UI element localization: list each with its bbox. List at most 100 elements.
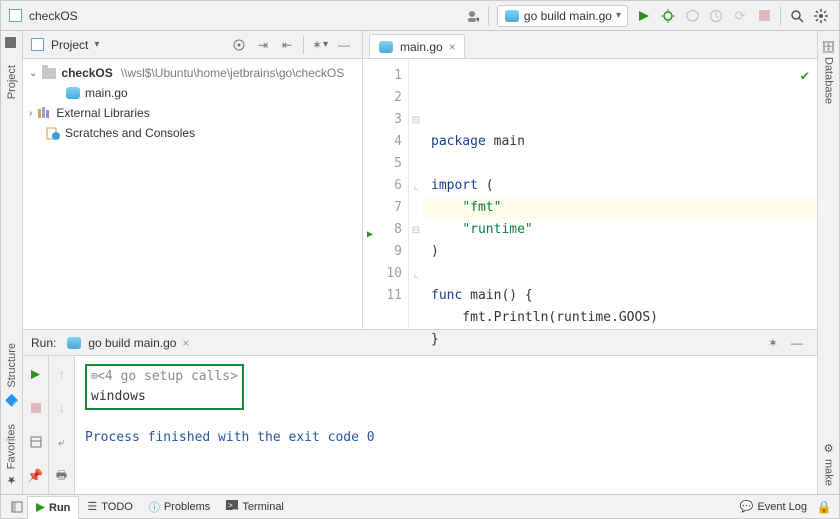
run-config-selector[interactable]: go build main.go ▾ [497, 5, 628, 27]
status-lock-button[interactable]: 🔒 [815, 495, 833, 519]
structure-tool-tab[interactable]: 🔷Structure [1, 335, 23, 416]
run-button[interactable] [632, 4, 656, 28]
inspection-ok-icon: ✔ [801, 65, 809, 87]
attach-button[interactable]: ⟳ [728, 4, 752, 28]
rerun-button[interactable] [24, 362, 48, 386]
go-file-icon [378, 39, 394, 55]
make-tool-tab[interactable]: ⚙make [819, 434, 838, 494]
editor-tab-main[interactable]: main.go × [369, 34, 465, 58]
status-problems-label: Problems [164, 501, 210, 513]
tree-file-label: main.go [85, 86, 128, 100]
go-icon [66, 335, 82, 351]
expand-all-button[interactable]: ⇥ [251, 33, 275, 57]
database-tool-label: Database [823, 57, 835, 104]
collapse-all-button[interactable]: ⇤ [275, 33, 299, 57]
scroll-down-button[interactable]: ↓ [50, 396, 74, 420]
layout-button[interactable] [24, 430, 48, 454]
chevron-down-icon[interactable]: ▾ [94, 39, 99, 50]
close-run-tab[interactable]: × [182, 336, 189, 350]
code-editor[interactable]: ✔ package mainimport ( "fmt" "runtime")f… [423, 59, 817, 329]
database-icon: 🗄 [822, 39, 835, 53]
fold-column[interactable]: ⊟⌞⊟⌞ [409, 59, 423, 329]
settings-button[interactable] [809, 4, 833, 28]
make-tool-label: make [823, 459, 835, 486]
status-todo-tab[interactable]: ☰ TODO [79, 495, 140, 518]
coverage-button[interactable] [680, 4, 704, 28]
favorites-tool-tab[interactable]: ★ Favorites [2, 416, 21, 494]
todo-icon: ☰ [87, 500, 97, 513]
folder-icon [41, 65, 57, 81]
star-icon: ★ [5, 473, 18, 486]
problems-icon: ⓘ [149, 499, 160, 515]
terminal-icon: >_ [226, 500, 238, 513]
status-problems-tab[interactable]: ⓘ Problems [141, 495, 218, 518]
tree-root-name: checkOS [61, 66, 112, 80]
svg-text:▾: ▾ [476, 15, 479, 23]
run-controls-left: 📌 [23, 356, 49, 494]
exit-message: Process finished with the exit code 0 [85, 430, 807, 445]
database-tool-tab[interactable]: 🗄 Database [819, 31, 838, 112]
go-icon [504, 8, 520, 24]
svg-text:>_: >_ [228, 501, 238, 510]
project-tree[interactable]: ⌄ checkOS \\wsl$\Ubuntu\home\jetbrains\g… [23, 59, 362, 329]
locate-file-button[interactable] [227, 33, 251, 57]
editor-gutter[interactable]: 1234567▶891011 [363, 59, 409, 329]
tree-scratches-label: Scratches and Consoles [65, 126, 195, 140]
add-config-button[interactable]: ▾ [460, 4, 484, 28]
panel-hide-button[interactable]: — [332, 33, 356, 57]
project-tool-tab[interactable]: Project [3, 57, 21, 107]
expand-icon[interactable]: ⌄ [29, 68, 37, 79]
status-bar: Run ☰ TODO ⓘ Problems >_ Terminal 💬Event Lo… [1, 494, 839, 518]
close-tab-button[interactable]: × [449, 40, 456, 54]
project-icon [7, 8, 23, 24]
scroll-up-button[interactable]: ↑ [50, 362, 74, 386]
tree-file-main[interactable]: main.go [29, 83, 356, 103]
window-title: checkOS [29, 9, 78, 23]
status-event-log[interactable]: 💬Event Log [732, 495, 815, 518]
left-side-tabs: Project 🔷Structure ★ Favorites [1, 31, 23, 494]
favorites-tool-label: Favorites [6, 424, 18, 469]
expand-icon[interactable]: › [29, 108, 32, 119]
debug-button[interactable] [656, 4, 680, 28]
project-tool-icon [5, 37, 19, 51]
search-everywhere-button[interactable] [785, 4, 809, 28]
status-event-log-label: Event Log [757, 501, 807, 513]
status-todo-label: TODO [101, 501, 133, 513]
pin-button[interactable]: 📌 [24, 464, 48, 488]
profile-button[interactable] [704, 4, 728, 28]
project-panel-title: Project [51, 38, 88, 52]
stop-button[interactable] [752, 4, 776, 28]
tree-external-libs-label: External Libraries [56, 106, 149, 120]
tree-scratches[interactable]: Scratches and Consoles [29, 123, 356, 143]
run-console[interactable]: ⊞<4 go setup calls> windows Process fini… [75, 356, 817, 494]
libraries-icon [36, 105, 52, 121]
status-terminal-label: Terminal [242, 501, 284, 513]
stop-run-button[interactable] [24, 396, 48, 420]
structure-tool-label: Structure [6, 343, 18, 388]
editor-pane: main.go × 1234567▶891011 ⊟⌞⊟⌞ ✔ package … [363, 31, 817, 329]
run-config-label: go build main.go [524, 9, 612, 23]
panel-settings-button[interactable]: ✶▾ [308, 33, 332, 57]
run-controls-nav: ↑ ↓ ⤶ 🖶 [49, 356, 75, 494]
project-panel: Project ▾ ⇥ ⇤ ✶▾ — ⌄ checkOS [23, 31, 363, 329]
tool-windows-button[interactable] [7, 495, 27, 519]
run-config-tab[interactable]: go build main.go [88, 336, 176, 350]
soft-wrap-button[interactable]: ⤶ [50, 430, 74, 454]
project-panel-icon [29, 37, 45, 53]
tree-external-libs[interactable]: › External Libraries [29, 103, 356, 123]
right-side-tabs: 🗄 Database ⚙make [817, 31, 839, 494]
program-output: windows [91, 389, 146, 404]
status-run-tab[interactable]: Run [27, 496, 79, 519]
tree-root[interactable]: ⌄ checkOS \\wsl$\Ubuntu\home\jetbrains\g… [29, 63, 356, 83]
tree-root-path: \\wsl$\Ubuntu\home\jetbrains\go\checkOS [121, 66, 344, 80]
project-tool-label: Project [6, 65, 18, 99]
editor-tab-label: main.go [400, 40, 443, 54]
scratches-icon [45, 125, 61, 141]
go-file-icon [65, 85, 81, 101]
status-run-label: Run [49, 502, 70, 514]
status-terminal-tab[interactable]: >_ Terminal [218, 495, 292, 518]
go-setup-calls: <4 go setup calls> [97, 369, 238, 384]
event-log-icon: 💬 [740, 500, 754, 513]
print-button[interactable]: 🖶 [50, 464, 74, 488]
main-toolbar: checkOS ▾ go build main.go ▾ ⟳ [1, 1, 839, 31]
